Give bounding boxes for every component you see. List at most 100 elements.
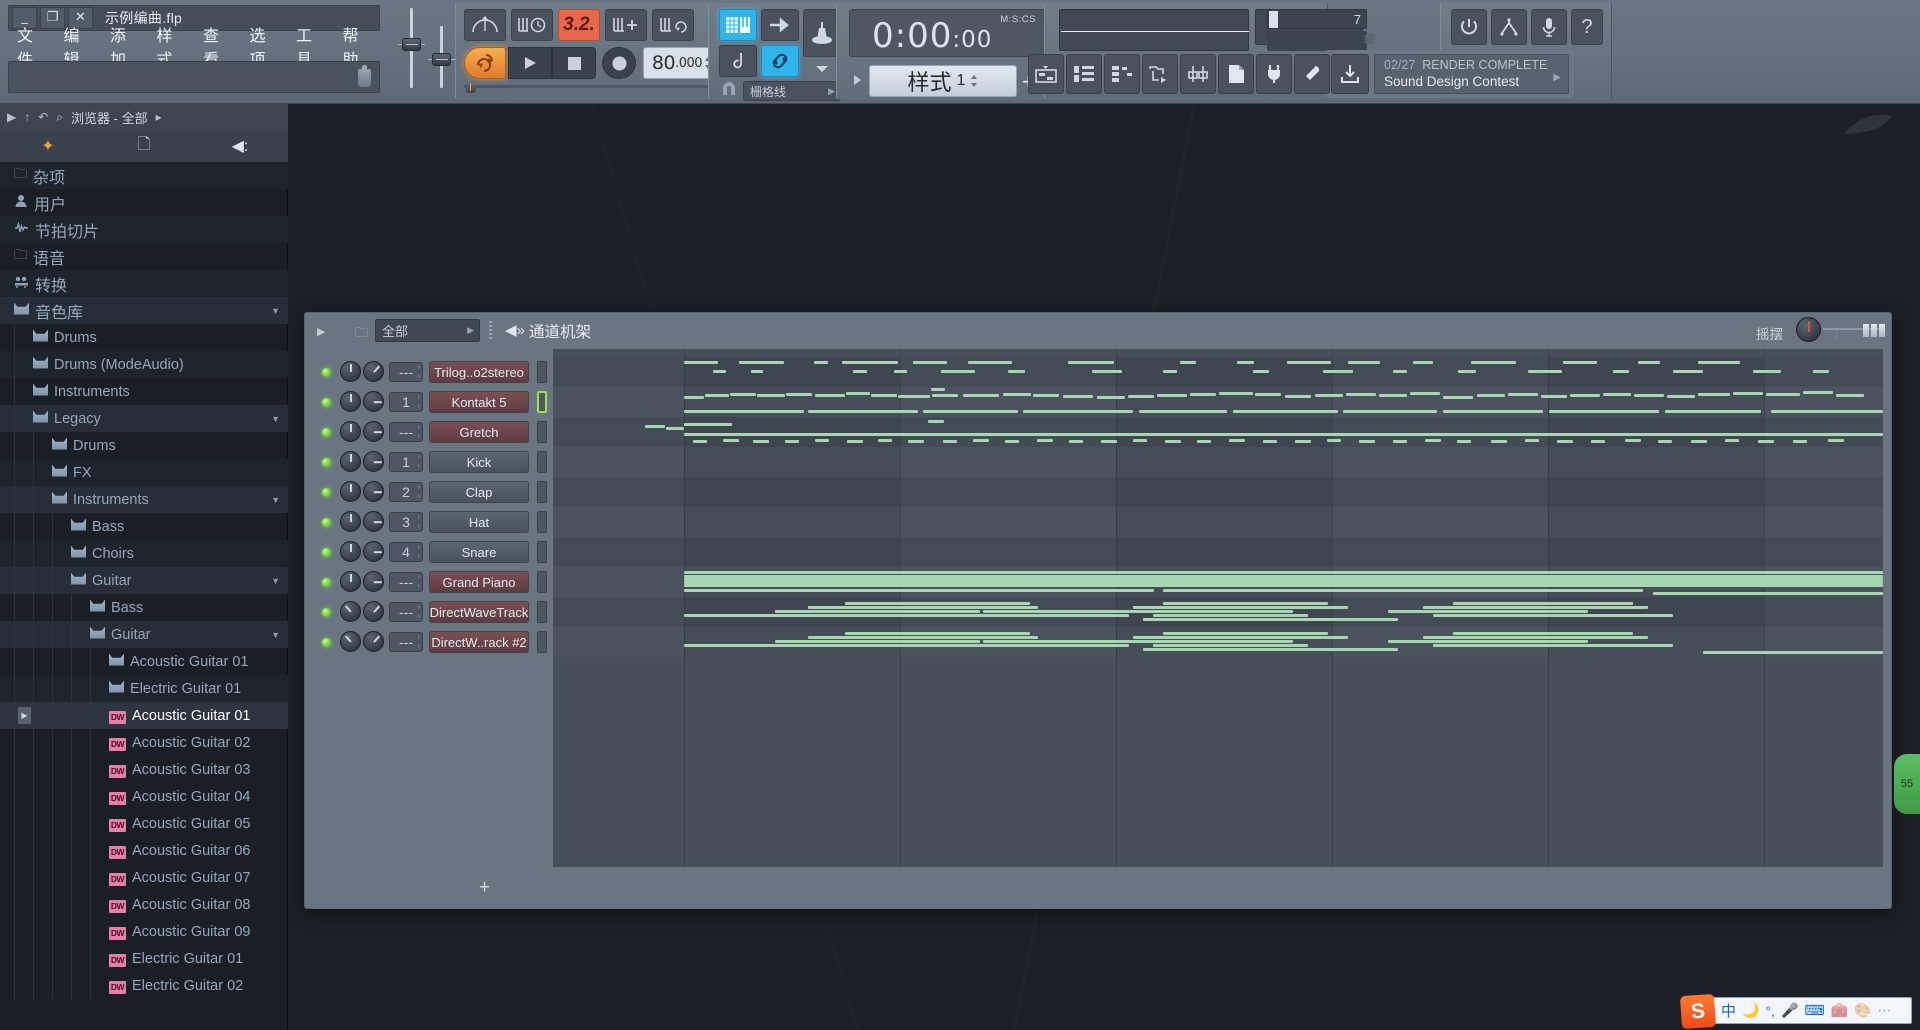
note[interactable] <box>1343 410 1437 413</box>
channel-select-strip[interactable] <box>537 541 547 563</box>
microphone-icon[interactable]: 🎤 <box>1779 1002 1800 1019</box>
grid-row[interactable] <box>553 507 1883 537</box>
channel-fx-target[interactable]: --- › ‹ <box>389 632 423 652</box>
chevron-down-icon[interactable]: ▼ <box>271 576 280 586</box>
note[interactable] <box>1133 636 1348 639</box>
note[interactable] <box>1453 632 1633 635</box>
note[interactable] <box>1457 440 1471 443</box>
note[interactable] <box>846 392 870 395</box>
view-mode-buttons[interactable] <box>1863 324 1885 337</box>
channel-filter-selector[interactable]: 全部 ▶ <box>375 319 480 342</box>
browser-speaker-icon[interactable]: ◀: <box>192 136 288 156</box>
channel-name-button[interactable]: Kontakt 5 <box>429 391 529 413</box>
note[interactable] <box>1153 644 1308 647</box>
note[interactable] <box>1346 393 1376 396</box>
channel-volume-knob[interactable] <box>363 511 384 532</box>
channel-name-button[interactable]: Hat <box>429 511 529 533</box>
browser-up-icon[interactable]: ↑ <box>24 110 30 124</box>
channel-name-button[interactable]: Grand Piano <box>429 571 529 593</box>
channel-select-strip[interactable] <box>537 361 547 383</box>
channel-name-button[interactable]: Kick <box>429 451 529 473</box>
browser-search-icon[interactable]: ⌕ <box>56 110 63 125</box>
hint-knob-icon[interactable] <box>358 65 371 87</box>
note[interactable] <box>713 370 726 373</box>
step-grid[interactable] <box>553 349 1883 867</box>
channel-fx-target[interactable]: --- › ‹ <box>389 572 423 592</box>
note[interactable] <box>1063 395 1093 398</box>
note[interactable] <box>1557 440 1573 443</box>
note[interactable] <box>684 584 1883 587</box>
note[interactable] <box>705 394 729 397</box>
tree-item[interactable]: DW Acoustic Guitar 08 <box>0 891 288 918</box>
note[interactable] <box>1180 361 1196 364</box>
tree-item[interactable]: DW Acoustic Guitar 05 <box>0 810 288 837</box>
tree-item[interactable]: 音色库 ▼ <box>0 297 288 324</box>
channel-enable-led[interactable] <box>322 548 331 557</box>
note[interactable] <box>1793 440 1807 443</box>
note[interactable] <box>1625 439 1641 442</box>
note[interactable] <box>1139 410 1227 413</box>
channel-select-strip[interactable] <box>537 391 547 413</box>
channel-fx-target[interactable]: 1 › ‹ <box>389 392 423 412</box>
piano-roll-icon[interactable] <box>719 45 757 77</box>
note[interactable] <box>1658 440 1672 443</box>
note[interactable] <box>913 361 947 364</box>
note[interactable] <box>815 439 829 442</box>
chevron-down-icon[interactable]: ▼ <box>271 414 280 424</box>
note[interactable] <box>1471 361 1516 364</box>
note[interactable] <box>1287 361 1331 364</box>
note[interactable] <box>808 410 918 413</box>
tree-item[interactable]: DW Acoustic Guitar 09 <box>0 918 288 945</box>
note[interactable] <box>1069 440 1083 443</box>
note[interactable] <box>1008 370 1025 373</box>
tree-item[interactable]: Legacy ▼ <box>0 405 288 432</box>
channel-volume-knob[interactable] <box>363 391 384 412</box>
channel-fx-target[interactable]: 2 › ‹ <box>389 482 423 502</box>
channel-fx-target[interactable]: 1 › ‹ <box>389 452 423 472</box>
pattern-mode-icon[interactable] <box>464 9 506 41</box>
note[interactable] <box>1443 410 1543 413</box>
note[interactable] <box>1092 370 1122 373</box>
note[interactable] <box>684 571 1883 574</box>
channel-enable-led[interactable] <box>322 398 331 407</box>
channel-pan-knob[interactable] <box>340 391 361 412</box>
note[interactable] <box>1005 440 1019 443</box>
note[interactable] <box>1766 393 1800 396</box>
tree-expand-icon[interactable]: ▶ <box>18 707 31 724</box>
progress-handle[interactable] <box>466 80 476 93</box>
note[interactable] <box>928 420 944 423</box>
note[interactable] <box>1359 440 1375 443</box>
add-channel-button[interactable]: + <box>479 877 490 899</box>
note[interactable] <box>1263 440 1277 443</box>
note[interactable] <box>845 602 1030 605</box>
channel-pan-knob[interactable] <box>340 511 361 532</box>
tree-item[interactable]: FX <box>0 459 288 486</box>
note[interactable] <box>1836 394 1864 397</box>
tree-item[interactable]: DW Acoustic Guitar 01 ▶ <box>0 702 288 729</box>
note[interactable] <box>1525 439 1539 442</box>
note[interactable] <box>1433 644 1673 647</box>
plugin-picker-icon[interactable] <box>1491 9 1527 45</box>
channel-enable-led[interactable] <box>322 638 331 647</box>
channel-volume-knob[interactable] <box>363 481 384 502</box>
note[interactable] <box>1453 602 1633 605</box>
note[interactable] <box>1163 632 1328 635</box>
note[interactable] <box>898 395 930 398</box>
browser-tree[interactable]: 🗀 杂项 用户 节拍切片 🗀 语音 转换 音色库 ▼ Drums Drums (ModeAudio)… <box>0 162 288 1030</box>
note[interactable] <box>757 394 785 397</box>
chevron-down-icon[interactable]: ▼ <box>271 495 280 505</box>
channel-volume-knob[interactable] <box>363 541 384 562</box>
note[interactable] <box>1725 439 1739 442</box>
browser-window-icon[interactable] <box>1142 54 1178 94</box>
tree-item[interactable]: Drums <box>0 324 288 351</box>
note[interactable] <box>973 439 989 442</box>
browser-back-icon[interactable]: ↶ <box>38 110 48 124</box>
play-button[interactable] <box>508 47 552 79</box>
tree-item[interactable]: DW Acoustic Guitar 07 <box>0 864 288 891</box>
note[interactable] <box>1388 610 1588 613</box>
moon-icon[interactable]: 🌙 <box>1740 1002 1761 1019</box>
note[interactable] <box>1410 392 1440 395</box>
chevron-down-icon[interactable]: ▼ <box>271 630 280 640</box>
tree-item[interactable]: 转换 <box>0 270 288 297</box>
note[interactable] <box>894 370 907 373</box>
